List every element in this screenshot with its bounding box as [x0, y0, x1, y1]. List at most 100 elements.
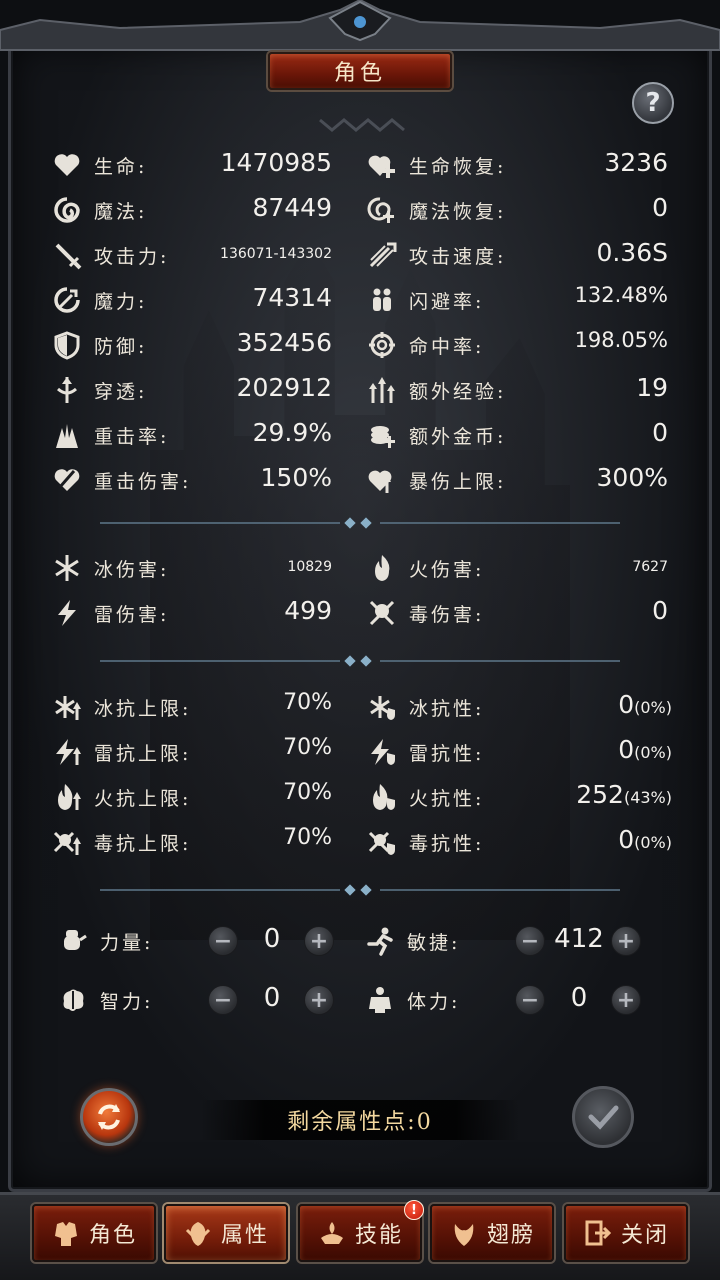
crit-cap-icon	[367, 465, 397, 495]
stat-label: 额外经验:	[409, 380, 507, 403]
tab-label: 翅膀	[486, 1223, 535, 1248]
stat-value: 132.48%	[575, 283, 668, 307]
increase-button[interactable]: +	[611, 926, 641, 956]
decrease-button[interactable]: −	[515, 985, 545, 1015]
help-button[interactable]: ?	[632, 82, 674, 124]
stat-number: 300%	[596, 463, 668, 492]
stat-number: 87449	[252, 193, 332, 222]
stat-number: 29.9%	[252, 418, 332, 447]
stat-label: 攻击速度:	[409, 245, 507, 268]
stat-value: 87449	[252, 193, 332, 222]
stat-label: 暴伤上限:	[409, 470, 507, 493]
tab-label: 角色	[88, 1223, 137, 1248]
stat-value: 7627	[632, 559, 668, 575]
stat-value: 29.9%	[253, 418, 332, 447]
stat-row: 暴伤上限:	[367, 463, 506, 497]
remaining-points-text: 剩余属性点:0	[287, 1110, 433, 1135]
stat-value: 198.05%	[575, 328, 668, 352]
stat-row: 雷伤害:	[52, 596, 169, 630]
chevron-ornament	[319, 118, 405, 132]
stat-label: 毒抗性:	[409, 832, 485, 855]
decrease-button[interactable]: −	[208, 985, 238, 1015]
crit-damage-icon	[52, 465, 82, 495]
plus-icon: +	[309, 987, 329, 1013]
stat-value: 70%	[283, 825, 332, 850]
attribute-label: 力量:	[100, 931, 154, 954]
skill-notification-badge: !	[404, 1200, 424, 1220]
stat-value: 499	[284, 596, 332, 625]
crosshair-icon	[367, 330, 397, 360]
stat-label: 火抗上限:	[94, 787, 192, 810]
stat-percent: (0%)	[634, 698, 672, 717]
attribute-value: 0	[263, 924, 281, 954]
stat-value: 70%	[283, 735, 332, 760]
stat-label: 毒伤害:	[409, 603, 485, 626]
page-title: 角色	[333, 61, 386, 86]
stat-row: 额外经验:	[367, 373, 506, 407]
tab-wings[interactable]: 翅膀	[430, 1204, 554, 1262]
stat-number: 136071-143302	[220, 246, 332, 262]
confirm-button[interactable]	[572, 1086, 634, 1148]
lightning-icon	[52, 598, 82, 628]
plus-icon: +	[616, 987, 636, 1013]
crit-rate-icon	[52, 420, 82, 450]
top-ornament	[0, 0, 720, 51]
stat-label: 魔法恢复:	[409, 200, 507, 223]
stat-number: 1470985	[220, 148, 332, 177]
decrease-button[interactable]: −	[515, 926, 545, 956]
increase-button[interactable]: +	[611, 985, 641, 1015]
stat-row: 魔法恢复:	[367, 193, 506, 227]
stat-number: 10829	[287, 559, 332, 575]
stat-row: 冰抗上限:	[52, 690, 191, 724]
stat-label: 冰抗性:	[409, 697, 485, 720]
penetration-icon	[52, 375, 82, 405]
divider	[100, 655, 620, 667]
stat-number: 132.48%	[574, 283, 668, 307]
tab-character[interactable]: 角色	[32, 1204, 156, 1262]
stat-number: 0	[652, 596, 668, 625]
stat-row: 重击伤害:	[52, 463, 191, 497]
stat-number: 202912	[236, 373, 332, 402]
attribute-value: 412	[554, 924, 604, 954]
stat-row: 魔法:	[52, 193, 147, 227]
attribute-value: 0	[263, 983, 281, 1013]
attribute-label: 智力:	[100, 990, 154, 1013]
stat-number: 0.36S	[596, 238, 668, 267]
tab-close[interactable]: 关闭	[564, 1204, 688, 1262]
stat-value: 3236	[604, 148, 668, 177]
tab-attributes[interactable]: 属性	[164, 1204, 288, 1262]
increase-button[interactable]: +	[304, 926, 334, 956]
stat-value: 0	[652, 596, 668, 625]
magic-power-icon	[52, 285, 82, 315]
stat-number: 252	[576, 780, 624, 809]
stat-number: 74314	[252, 283, 332, 312]
stat-percent: (0%)	[634, 743, 672, 762]
reset-button[interactable]	[80, 1088, 138, 1146]
decrease-button[interactable]: −	[208, 926, 238, 956]
stat-label: 魔法:	[94, 200, 148, 223]
stat-value: 352456	[237, 328, 332, 357]
stat-row: 毒抗上限:	[52, 825, 191, 859]
stat-row: 重击率:	[52, 418, 169, 452]
stat-value: 0	[652, 193, 668, 222]
stat-number: 0	[652, 193, 668, 222]
lightning-cap-icon	[52, 737, 82, 767]
stat-label: 防御:	[94, 335, 148, 358]
stat-row: 毒抗性:	[367, 825, 484, 859]
stat-number: 198.05%	[574, 328, 668, 352]
stat-value: 150%	[261, 463, 332, 492]
stat-value: 0	[652, 418, 668, 447]
increase-button[interactable]: +	[304, 985, 334, 1015]
minus-icon: −	[520, 928, 540, 954]
minus-icon: −	[213, 928, 233, 954]
attribute-row: 敏捷:	[365, 924, 460, 958]
stat-number: 70%	[283, 735, 332, 760]
title-plate: 角色	[268, 52, 452, 90]
stat-value: 19	[636, 373, 668, 402]
runner-icon	[365, 926, 395, 956]
stat-row: 闪避率:	[367, 283, 484, 317]
tab-label: 技能	[354, 1223, 403, 1248]
plus-icon: +	[616, 928, 636, 954]
stat-row: 额外金币:	[367, 418, 506, 452]
stat-label: 火伤害:	[409, 558, 485, 581]
